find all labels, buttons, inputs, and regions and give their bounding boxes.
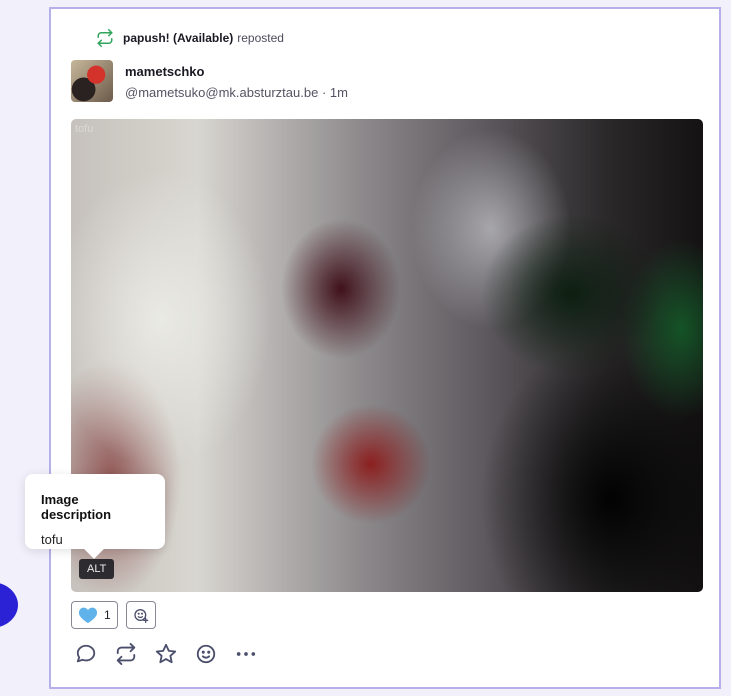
meta-separator: · — [321, 85, 327, 100]
smiley-icon — [195, 643, 217, 665]
post-card: papush! (Available) reposted mametschko … — [49, 7, 721, 689]
repost-icon — [96, 29, 114, 47]
post-actions — [75, 643, 257, 665]
tooltip-title: Image description — [41, 492, 112, 522]
author-display-name[interactable]: mametschko — [125, 64, 348, 79]
more-button[interactable] — [235, 643, 257, 665]
repost-button[interactable] — [115, 643, 137, 665]
repost-label: reposted — [237, 31, 284, 45]
reaction-count: 1 — [104, 608, 111, 622]
alt-badge[interactable]: ALT — [79, 559, 115, 579]
post-time[interactable]: 1m — [330, 85, 348, 100]
add-reaction-icon — [133, 607, 149, 623]
favorite-button[interactable] — [155, 643, 177, 665]
author-row: mametschko @mametsuko@mk.absturztau.be ·… — [71, 60, 348, 102]
author-handle[interactable]: @mametsuko@mk.absturztau.be — [125, 85, 318, 100]
image-description-tooltip: Image description tofu — [25, 474, 165, 549]
reaction-blue-heart[interactable]: 1 — [71, 601, 118, 629]
reply-button[interactable] — [75, 643, 97, 665]
repost-icon — [115, 643, 137, 665]
add-reaction-button[interactable] — [125, 601, 156, 629]
tooltip-body: tofu — [41, 532, 63, 547]
reply-icon — [75, 643, 97, 665]
author-handle-line: @mametsuko@mk.absturztau.be · 1m — [125, 85, 348, 100]
reposter-name[interactable]: papush! (Available) — [123, 31, 233, 45]
compose-button[interactable] — [0, 582, 18, 628]
react-button[interactable] — [195, 643, 217, 665]
post-image[interactable]: tofu ALT — [71, 119, 703, 592]
more-icon — [235, 643, 257, 665]
avatar[interactable] — [71, 60, 113, 102]
blue-heart-icon — [78, 606, 98, 624]
reactions-bar: 1 — [71, 601, 156, 629]
image-label: tofu — [75, 123, 94, 135]
repost-header: papush! (Available) reposted — [96, 29, 284, 47]
star-icon — [155, 643, 177, 665]
